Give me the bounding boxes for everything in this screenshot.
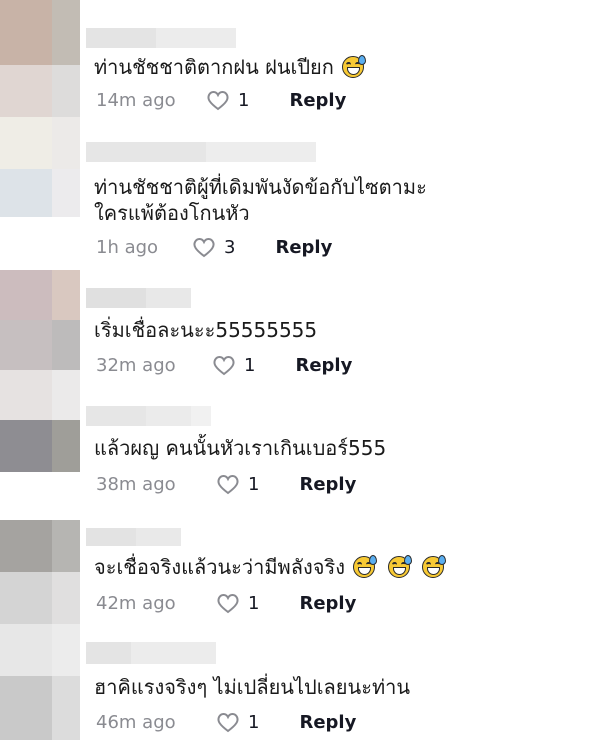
comment-item: ฮาคิแรงจริงๆ ไม่เปลี่ยนไปเลยนะท่าน 46m a… xyxy=(86,640,600,750)
comment-item: จะเชื่อจริงแล้วนะว่ามีพลังจริง 42m ago 1… xyxy=(86,520,600,640)
avatar-blur xyxy=(0,65,80,117)
comment-meta: 32m ago 1 Reply xyxy=(96,351,352,379)
avatar-blur xyxy=(0,370,80,420)
comment-time: 46m ago xyxy=(96,711,176,733)
comment-meta: 42m ago 1 Reply xyxy=(96,589,356,617)
comment-item: แล้วผญ คนนั้นหัวเราเกินเบอร์555 38m ago … xyxy=(86,390,600,520)
comment-time: 42m ago xyxy=(96,592,176,614)
heart-outline-icon xyxy=(213,356,235,376)
like-button[interactable]: 3 xyxy=(192,236,235,258)
avatar-blur xyxy=(0,320,80,370)
like-count: 1 xyxy=(248,592,260,614)
comment-time: 38m ago xyxy=(96,473,176,495)
like-count: 1 xyxy=(244,354,256,376)
comment-meta: 38m ago 1 Reply xyxy=(96,470,356,498)
avatar-blur xyxy=(0,117,80,169)
username-blur xyxy=(86,142,316,162)
comment-meta: 46m ago 1 Reply xyxy=(96,708,356,736)
username-blur xyxy=(86,288,191,308)
heart-outline-icon xyxy=(217,475,239,495)
comment-item: ท่านชัชชาติตากฝน ฝนเปียก 14m ago 1 Reply xyxy=(86,0,600,130)
grinning-sweat-emoji xyxy=(353,555,378,578)
like-count: 1 xyxy=(248,473,260,495)
comment-time: 32m ago xyxy=(96,354,176,376)
heart-outline-icon xyxy=(217,594,239,614)
comment-item: เริ่มเชื่อละนะะ55555555 32m ago 1 Reply xyxy=(86,270,600,390)
username-blur xyxy=(86,528,181,546)
comment-time: 14m ago xyxy=(96,89,176,111)
grinning-sweat-emoji xyxy=(422,555,447,578)
comment-time: 1h ago xyxy=(96,236,159,258)
comment-item: ท่านชัชชาติผู้ที่เดิมพันงัดข้อกับไซตามะ … xyxy=(86,130,600,270)
comment-text: แล้วผญ คนนั้นหัวเราเกินเบอร์555 xyxy=(94,436,387,460)
like-button[interactable]: 1 xyxy=(212,354,255,376)
comment-text: เริ่มเชื่อละนะะ55555555 xyxy=(94,318,318,342)
like-count: 1 xyxy=(248,711,260,733)
reply-button[interactable]: Reply xyxy=(299,593,356,614)
avatar-blur xyxy=(0,572,80,624)
comment-text: ฮาคิแรงจริงๆ ไม่เปลี่ยนไปเลยนะท่าน xyxy=(94,675,411,699)
grinning-sweat-emoji xyxy=(387,555,412,578)
avatar-blur xyxy=(0,169,80,217)
username-blur xyxy=(86,406,211,426)
reply-button[interactable]: Reply xyxy=(289,90,346,111)
comment-meta: 14m ago 1 Reply xyxy=(96,86,346,114)
sweat-smile-emoji xyxy=(342,55,367,78)
comment-text: ท่านชัชชาติตากฝน ฝนเปียก xyxy=(94,52,367,82)
comment-text-line-2: ใครแพ้ต้องโกนหัว xyxy=(94,201,250,225)
avatar-blur xyxy=(0,676,80,740)
like-count: 3 xyxy=(224,236,236,258)
heart-outline-icon xyxy=(217,713,239,733)
avatar-blur xyxy=(0,0,80,65)
like-button[interactable]: 1 xyxy=(206,89,249,111)
avatar-blur xyxy=(0,520,80,572)
like-count: 1 xyxy=(238,89,250,111)
like-button[interactable]: 1 xyxy=(216,592,259,614)
comment-text: จะเชื่อจริงแล้วนะว่ามีพลังจริง xyxy=(94,552,447,582)
reply-button[interactable]: Reply xyxy=(299,474,356,495)
reply-button[interactable]: Reply xyxy=(295,355,352,376)
reply-button[interactable]: Reply xyxy=(275,237,332,258)
username-blur xyxy=(86,642,216,664)
reply-button[interactable]: Reply xyxy=(299,712,356,733)
heart-outline-icon xyxy=(193,238,215,258)
comment-meta: 1h ago 3 Reply xyxy=(96,233,332,261)
heart-outline-icon xyxy=(207,91,229,111)
avatar-blur xyxy=(0,420,80,472)
like-button[interactable]: 1 xyxy=(216,473,259,495)
like-button[interactable]: 1 xyxy=(216,711,259,733)
username-blur xyxy=(86,28,236,48)
avatar-blur xyxy=(0,270,80,320)
avatar-blur xyxy=(0,624,80,676)
